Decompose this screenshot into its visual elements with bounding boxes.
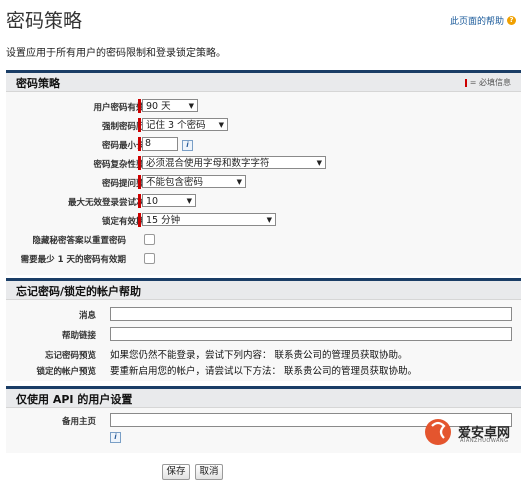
max-attempts-select[interactable]: 10 ▼ xyxy=(142,194,196,207)
required-legend-text: = 必填信息 xyxy=(469,78,511,87)
forgot-password-panel: 忘记密码/锁定的帐户帮助 消息 帮助链接 忘记密码预览 如果您仍然不能登录，尝试… xyxy=(6,278,521,381)
message-label: 消息 xyxy=(78,311,96,321)
help-link-field-label: 帮助链接 xyxy=(61,331,96,341)
help-link-input[interactable] xyxy=(110,327,512,341)
alt-home-label: 备用主页 xyxy=(61,417,96,427)
history-select[interactable]: 记住 3 个密码 ▼ xyxy=(142,118,228,131)
cancel-button[interactable]: 取消 xyxy=(195,464,223,480)
min-length-input[interactable]: 8 xyxy=(142,137,178,151)
max-attempts-required-marker xyxy=(138,194,141,208)
chevron-down-icon: ▼ xyxy=(186,197,192,205)
locked-preview-label: 锁定的帐户预览 xyxy=(36,367,96,377)
max-attempts-select-value: 10 xyxy=(146,196,159,207)
chevron-down-icon: ▼ xyxy=(266,216,272,224)
chevron-down-icon: ▼ xyxy=(188,102,194,110)
lockout-select[interactable]: 15 分钟 ▼ xyxy=(142,213,276,226)
required-marker-icon xyxy=(464,78,467,87)
expiry-required-marker xyxy=(138,99,141,113)
page-title: 密码策略 xyxy=(6,10,83,32)
question-select[interactable]: 不能包含密码 ▼ xyxy=(142,175,246,188)
required-legend: = 必填信息 xyxy=(464,77,511,88)
chevron-down-icon: ▼ xyxy=(236,178,242,186)
chevron-down-icon: ▼ xyxy=(218,121,224,129)
help-icon[interactable]: ? xyxy=(507,16,516,25)
min-lifetime-label: 需要最少 1 天的密码有效期 xyxy=(20,255,126,265)
watermark-subtext: AIANZHUOWANG xyxy=(460,438,509,444)
min-lifetime-checkbox[interactable] xyxy=(144,253,155,264)
save-button[interactable]: 保存 xyxy=(162,464,190,480)
forgot-preview-label: 忘记密码预览 xyxy=(44,351,96,361)
api-only-title: 仅使用 API 的用户设置 xyxy=(16,393,133,406)
expiry-select-value: 90 天 xyxy=(146,101,171,112)
password-policy-title: 密码策略 xyxy=(16,77,60,90)
password-policy-header: 密码策略 = 必填信息 xyxy=(6,73,521,92)
min-length-required-marker xyxy=(138,137,141,151)
forgot-password-header: 忘记密码/锁定的帐户帮助 xyxy=(6,281,521,300)
complexity-select[interactable]: 必须混合使用字母和数字字符 ▼ xyxy=(142,156,326,169)
hide-answer-checkbox[interactable] xyxy=(144,234,155,245)
help-link-label[interactable]: 此页面的帮助 xyxy=(450,14,504,27)
info-icon[interactable]: i xyxy=(110,432,121,443)
hide-answer-label: 隐藏秘密答案以重置密码 xyxy=(32,236,126,246)
message-input[interactable] xyxy=(110,307,512,321)
lockout-required-marker xyxy=(138,213,141,227)
lockout-select-value: 15 分钟 xyxy=(146,215,181,226)
info-icon[interactable]: i xyxy=(182,140,193,151)
complexity-select-value: 必须混合使用字母和数字字符 xyxy=(146,158,270,169)
page-description: 设置应用于所有用户的密码限制和登录锁定策略。 xyxy=(6,48,226,59)
chevron-down-icon: ▼ xyxy=(316,159,322,167)
history-select-value: 记住 3 个密码 xyxy=(146,120,206,131)
help-link[interactable]: 此页面的帮助 ? xyxy=(450,14,516,27)
expiry-select[interactable]: 90 天 ▼ xyxy=(142,99,198,112)
complexity-required-marker xyxy=(138,156,141,170)
watermark-logo: 爱安卓网 AIANZHUOWANG xyxy=(420,402,520,462)
forgot-password-title: 忘记密码/锁定的帐户帮助 xyxy=(16,285,142,298)
question-required-marker xyxy=(138,175,141,189)
question-select-value: 不能包含密码 xyxy=(146,177,204,188)
password-policy-panel: 密码策略 = 必填信息 用户密码有效期 90 天 ▼ 强制密码历史 记住 3 个… xyxy=(6,70,521,275)
locked-preview-text: 要重新启用您的帐户，请尝试以下方法： 联系贵公司的管理员获取协助。 xyxy=(110,366,418,377)
forgot-preview-text: 如果您仍然不能登录，尝试下列内容： 联系贵公司的管理员获取协助。 xyxy=(110,350,408,361)
history-required-marker xyxy=(138,118,141,132)
